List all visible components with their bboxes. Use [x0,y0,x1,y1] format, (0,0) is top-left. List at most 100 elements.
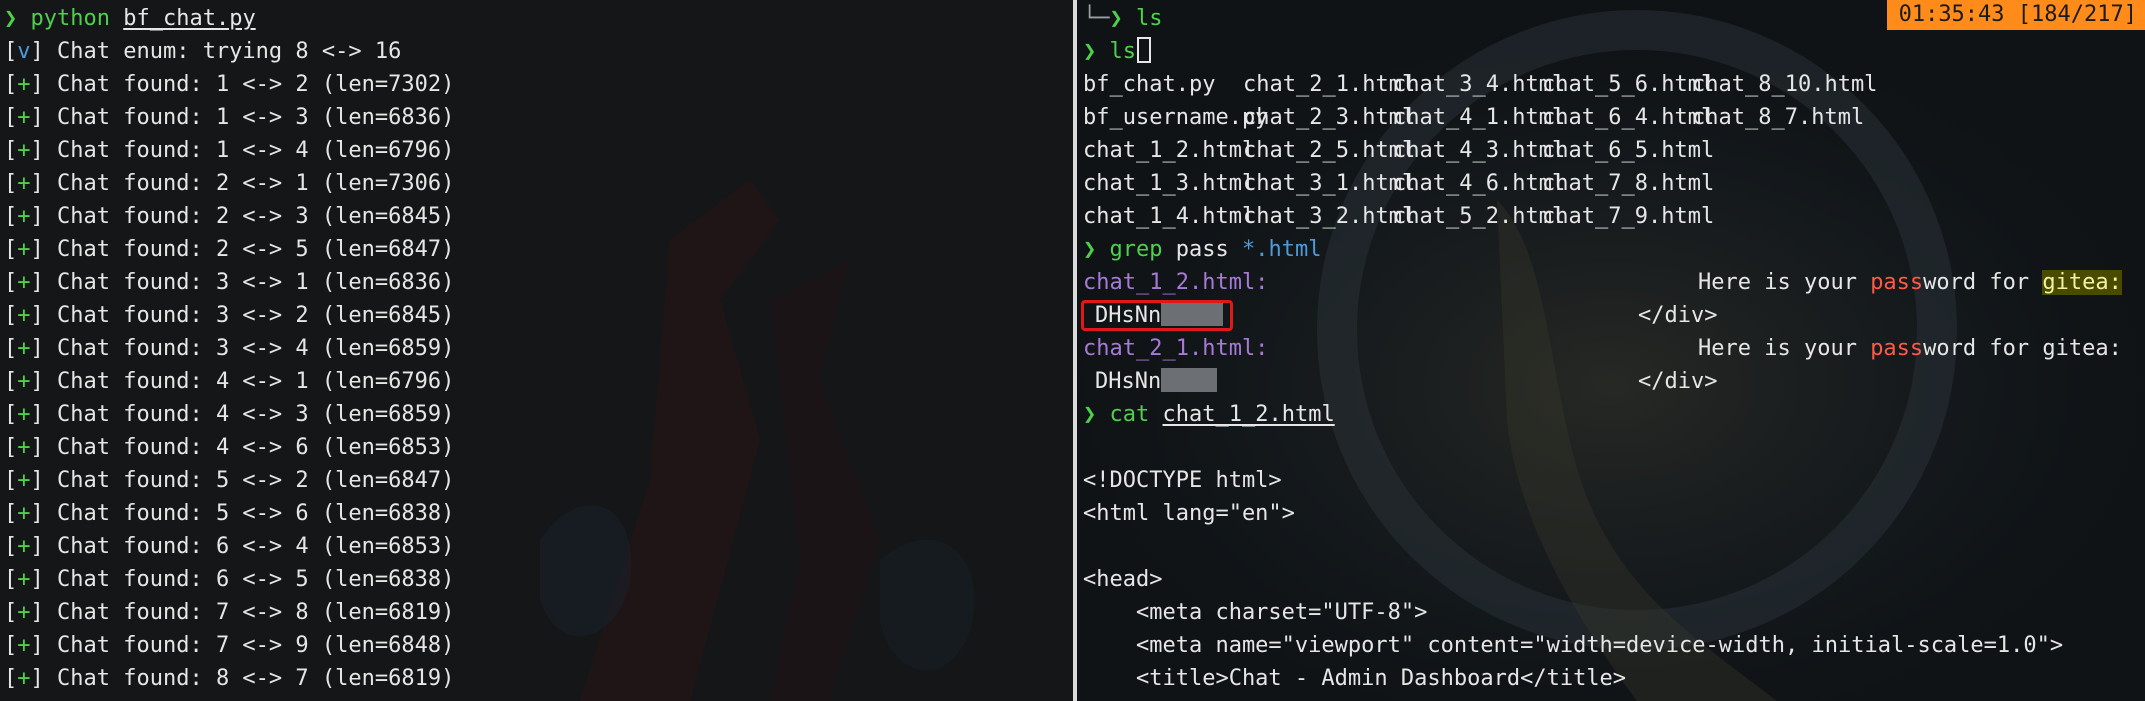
found-tag: + [17,303,31,328]
found-line: [+] Chat found: 4 <-> 3 (len=6859) [4,402,455,427]
grep-prompt-line: ❯ grep pass *.html [1083,233,2145,266]
html-source-line [1083,530,2145,563]
found-tag: + [17,204,31,229]
found-line: [+] Chat found: 4 <-> 1 (len=6796) [4,369,455,394]
file-entry[interactable]: chat_1_2.html [1083,134,1255,167]
found-text: Chat found: 6 <-> 5 (len=6838) [57,567,455,592]
left-terminal-pane[interactable]: ❯ python bf_chat.py [v] Chat enum: tryin… [0,0,1073,701]
password-visible: DHsNn [1095,369,1162,394]
found-text: Chat found: 1 <-> 2 (len=7302) [57,72,455,97]
found-text: Chat found: 4 <-> 6 (len=6853) [57,435,455,460]
command-argument: bf_chat.py [123,6,256,31]
found-text: Chat found: 2 <-> 5 (len=6847) [57,237,455,262]
tree-prompt-line: └─❯ ls [1083,2,2145,35]
found-text: Chat found: 3 <-> 4 (len=6859) [57,336,455,361]
found-tag: + [17,402,31,427]
right-terminal-pane[interactable]: 01:35:43 [184/217] └─❯ ls ❯ ls bf_chat.p… [1077,0,2145,701]
html-source-line: <title>Chat - Admin Dashboard</title> [1083,666,1627,691]
found-tag: + [17,270,31,295]
file-entry[interactable]: chat_8_10.html [1692,68,1877,101]
command-name: python [30,6,110,31]
found-tag: + [17,72,31,97]
grep-text-before: Here is your [1698,336,1871,361]
closing-tag: </div> [1638,369,1718,394]
found-line: [+] Chat found: 1 <-> 2 (len=7302) [4,72,455,97]
html-source-line: <meta name="viewport" content="width=dev… [1083,633,2064,658]
found-tag: + [17,534,31,559]
file-entry[interactable]: chat_4_3.html [1393,134,1565,167]
found-tag: + [17,105,31,130]
grep-text-after: word for gitea: [1923,336,2122,361]
file-entry[interactable]: chat_5_2.html [1393,200,1565,233]
found-tag: + [17,369,31,394]
left-prompt-line: ❯ python bf_chat.py [4,2,1073,35]
found-line: [+] Chat found: 1 <-> 4 (len=6796) [4,138,455,163]
ls-prompt-line: ❯ ls [1083,35,2145,68]
file-entry[interactable]: chat_4_6.html [1393,167,1565,200]
right-output: └─❯ ls ❯ ls bf_chat.py chat_2_1.html chat_… [1081,2,2145,695]
left-output: ❯ python bf_chat.py [v] Chat enum: tryin… [4,2,1073,701]
prompt-symbol: ❯ [4,6,18,31]
prompt-symbol: ❯ [1083,39,1097,64]
found-line: [+] Chat found: 5 <-> 6 (len=6838) [4,501,455,526]
verbose-tag: v [17,39,31,64]
found-tag: + [17,435,31,460]
ls-command: ls [1136,6,1163,31]
closing-tag: </div> [1638,303,1718,328]
found-line: [+] Chat found: 3 <-> 1 (len=6836) [4,270,455,295]
file-entry[interactable]: chat_2_3.html [1243,101,1415,134]
file-entry[interactable]: chat_8_7.html [1692,101,1864,134]
found-line: [+] Chat found: 5 <-> 2 (len=6847) [4,468,455,493]
file-entry[interactable]: chat_7_9.html [1542,200,1714,233]
password-redaction [1161,368,1218,392]
found-tag: + [17,600,31,625]
file-entry[interactable]: chat_3_4.html [1393,68,1565,101]
found-text: Chat found: 5 <-> 2 (len=6847) [57,468,455,493]
ls-row: chat_1_2.html chat_2_5.html chat_4_3.html c… [1083,134,2145,167]
found-text: Chat found: 3 <-> 1 (len=6836) [57,270,455,295]
file-entry[interactable]: chat_3_2.html [1243,200,1415,233]
found-text: Chat found: 5 <-> 6 (len=6838) [57,501,455,526]
ls-output: bf_chat.py chat_2_1.html chat_3_4.html chat… [1083,68,2145,233]
file-entry[interactable]: chat_1_3.html [1083,167,1255,200]
highlighted-text: gitea: [2042,270,2122,295]
found-tag: + [17,567,31,592]
found-line: [+] Chat found: 1 <-> 3 (len=6836) [4,105,455,130]
file-entry[interactable]: chat_5_6.html [1542,68,1714,101]
ls-row: bf_chat.py chat_2_1.html chat_3_4.html chat… [1083,68,2145,101]
found-tag: + [17,633,31,658]
found-line: [+] Chat found: 6 <-> 5 (len=6838) [4,567,455,592]
found-line: [+] Chat found: 2 <-> 1 (len=7306) [4,171,455,196]
prompt-symbol: ❯ [1109,6,1123,31]
found-text: Chat found: 4 <-> 3 (len=6859) [57,402,455,427]
file-entry[interactable]: chat_3_1.html [1243,167,1415,200]
cat-output: <!DOCTYPE html> <html lang="en"> <head> <m… [1083,431,2145,695]
grep-result-file: chat_2_1.html: [1083,336,1269,361]
grep-match: pass [1870,270,1924,295]
html-source-line: <meta charset="UTF-8"> [1083,600,1428,625]
file-entry[interactable]: chat_2_1.html [1243,68,1415,101]
found-text: Chat found: 2 <-> 1 (len=7306) [57,171,455,196]
grep-result-value-line: DHsNn </div> [1081,299,2145,332]
file-entry[interactable]: chat_2_5.html [1243,134,1415,167]
file-entry[interactable]: bf_chat.py [1083,68,1215,101]
ls-row: chat_1_3.html chat_3_1.html chat_4_6.html c… [1083,167,2145,200]
verbose-line: [v] Chat enum: trying 8 <-> 16 [4,39,402,64]
html-source-line: <!DOCTYPE html> [1083,468,1282,493]
grep-result-file: chat_1_2.html: [1083,270,1269,295]
found-line: [+] Chat found: 8 <-> 7 (len=6819) [4,666,455,691]
file-entry[interactable]: chat_7_8.html [1542,167,1714,200]
found-tag: + [17,501,31,526]
found-line: [+] Chat found: 7 <-> 9 (len=6848) [4,633,455,658]
ls-command: ls [1109,39,1137,64]
found-tag: + [17,171,31,196]
file-entry[interactable]: chat_6_5.html [1542,134,1714,167]
found-text: Chat found: 1 <-> 4 (len=6796) [57,138,455,163]
file-entry[interactable]: chat_6_4.html [1542,101,1714,134]
file-entry[interactable]: chat_1_4.html [1083,200,1255,233]
ls-row: bf_username.py chat_2_3.html chat_4_1.html… [1083,101,2145,134]
terminal-cursor [1137,37,1151,63]
file-entry[interactable]: chat_4_1.html [1393,101,1565,134]
file-entry[interactable]: bf_username.py [1083,101,1268,134]
html-source-line: <html lang="en"> [1083,501,1295,526]
